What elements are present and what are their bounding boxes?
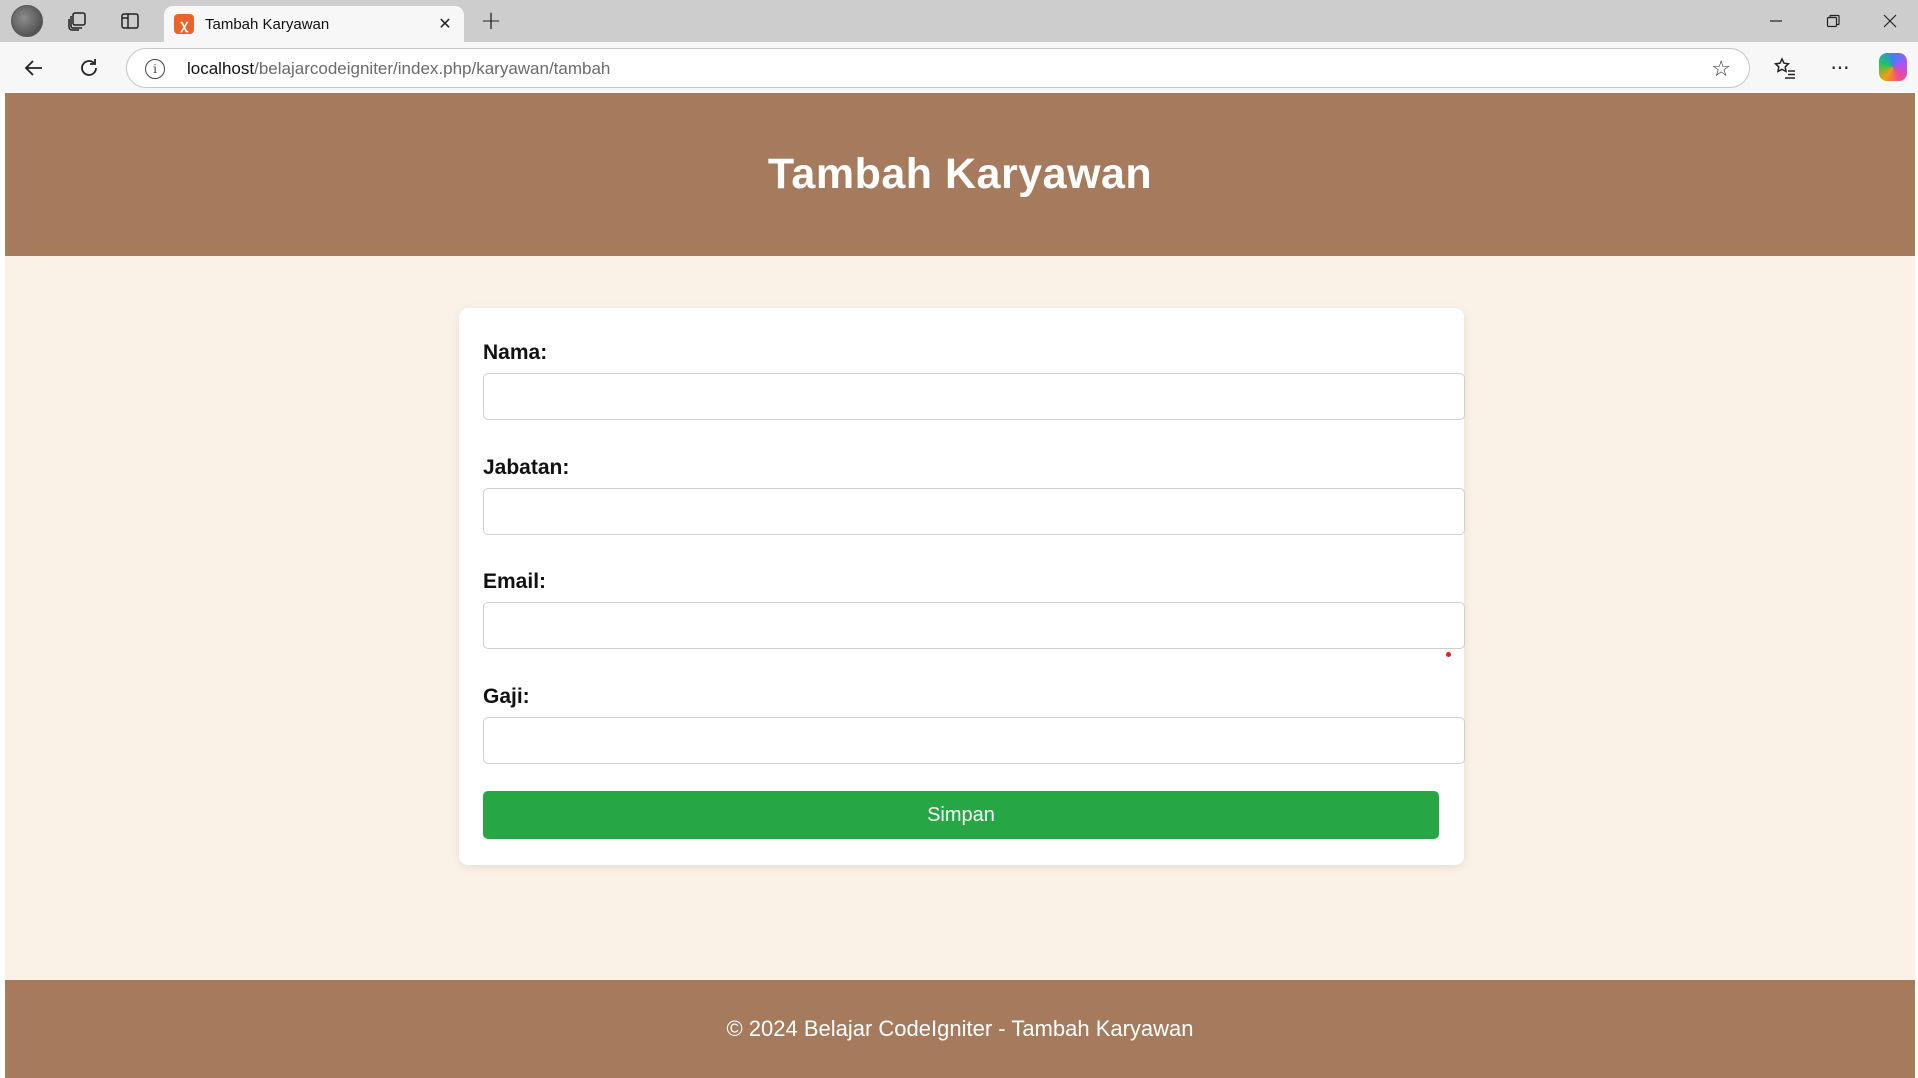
- url-host: localhost: [187, 59, 255, 78]
- copilot-icon[interactable]: [1879, 53, 1907, 81]
- new-tab-icon[interactable]: +: [476, 6, 506, 36]
- page-title: Tambah Karyawan: [767, 150, 1153, 198]
- reload-icon[interactable]: [72, 51, 106, 85]
- address-bar[interactable]: i localhost/belajarcodeigniter/index.php…: [126, 48, 1750, 88]
- favorite-star-icon[interactable]: ☆: [1711, 57, 1731, 82]
- simpan-button[interactable]: Simpan: [483, 791, 1439, 839]
- email-label: Email:: [483, 570, 547, 593]
- page-header: Tambah Karyawan: [5, 93, 1915, 256]
- jabatan-label: Jabatan:: [483, 456, 570, 479]
- active-tab[interactable]: ꭓ Tambah Karyawan ✕: [164, 6, 464, 42]
- email-input[interactable]: [483, 602, 1465, 649]
- minimize-icon[interactable]: [1748, 0, 1804, 42]
- workspaces-icon[interactable]: [62, 6, 92, 36]
- browser-tab-bar: ꭓ Tambah Karyawan ✕ +: [0, 0, 1918, 42]
- gaji-input[interactable]: [483, 717, 1465, 764]
- nama-label: Nama:: [483, 341, 548, 364]
- page-footer: © 2024 Belajar CodeIgniter - Tambah Kary…: [5, 980, 1915, 1078]
- profile-avatar-icon[interactable]: [11, 5, 43, 37]
- url-text[interactable]: localhost/belajarcodeigniter/index.php/k…: [187, 59, 610, 79]
- employee-form: Nama: Jabatan: Email: Gaji: Simpan: [459, 308, 1465, 865]
- close-tab-icon[interactable]: ✕: [434, 12, 456, 34]
- footer-text: © 2024 Belajar CodeIgniter - Tambah Kary…: [726, 1016, 1194, 1041]
- vertical-tabs-icon[interactable]: [115, 6, 145, 36]
- site-info-icon[interactable]: i: [145, 59, 165, 79]
- close-window-icon[interactable]: [1862, 0, 1918, 42]
- favorites-icon[interactable]: [1768, 51, 1802, 85]
- gaji-label: Gaji:: [483, 685, 530, 708]
- url-path: /belajarcodeigniter/index.php/karyawan/t…: [254, 59, 611, 78]
- tab-title: Tambah Karyawan: [205, 16, 330, 33]
- jabatan-input[interactable]: [483, 488, 1465, 535]
- browser-nav-bar: i localhost/belajarcodeigniter/index.php…: [0, 42, 1918, 92]
- back-arrow-icon[interactable]: [17, 51, 51, 85]
- page-viewport: Tambah Karyawan Nama: Jabatan: Email: Ga…: [5, 93, 1915, 1078]
- more-options-icon[interactable]: ···: [1823, 51, 1857, 85]
- cursor-dot: [1446, 652, 1451, 657]
- xampp-icon: ꭓ: [174, 14, 194, 34]
- restore-icon[interactable]: [1805, 0, 1861, 42]
- nama-input[interactable]: [483, 373, 1465, 420]
